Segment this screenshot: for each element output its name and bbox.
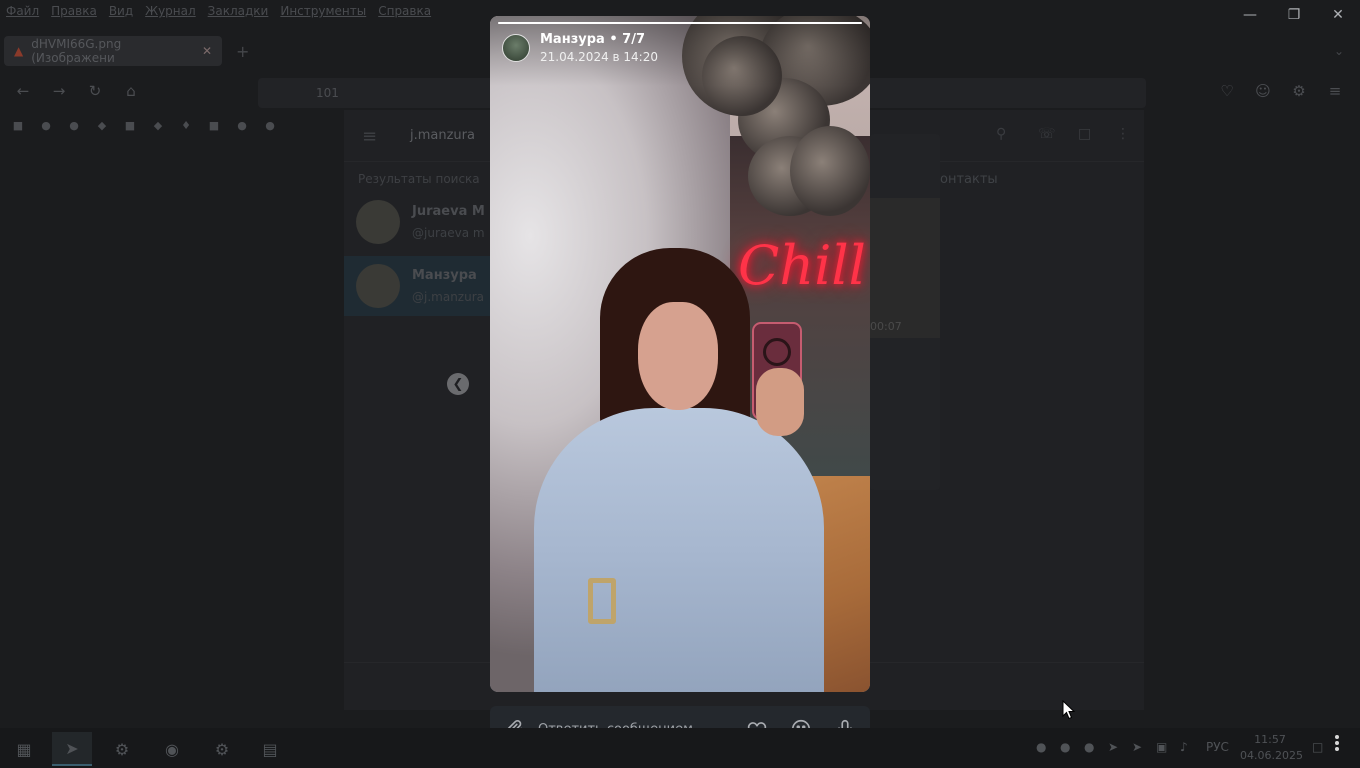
browser-tab[interactable]: ▲ dHVMI66G.png (Изображени ✕ bbox=[4, 36, 222, 66]
bookmark-icon[interactable]: ● bbox=[64, 119, 84, 135]
chat-name: Манзура bbox=[412, 268, 477, 283]
home-icon[interactable]: ⌂ bbox=[120, 82, 142, 104]
story-header: Манзура • 7/7 21.04.2024 в 14:20 bbox=[490, 16, 870, 86]
back-icon[interactable]: ← bbox=[12, 82, 34, 104]
notifications-icon[interactable]: □ bbox=[1312, 740, 1323, 754]
window-controls: — ❐ ✕ bbox=[1228, 4, 1360, 26]
chat-name: Juraeva M bbox=[412, 204, 485, 219]
chat-username: @j.manzura bbox=[412, 290, 484, 304]
close-window-button[interactable]: ✕ bbox=[1316, 4, 1360, 26]
bookmark-icon[interactable]: ● bbox=[36, 119, 56, 135]
telegram-search-input[interactable]: j.manzura bbox=[410, 128, 475, 143]
close-tab-icon[interactable]: ✕ bbox=[202, 44, 212, 58]
new-tab-icon[interactable]: + bbox=[236, 42, 249, 61]
windows-taskbar: ▦ ➤ ⚙ ◉ ⚙ ▤ ● ● ● ➤ ➤ ▣ ♪ РУС 11:57 04.0… bbox=[0, 728, 1360, 768]
telegram-taskbar-icon[interactable]: ➤ bbox=[52, 732, 92, 766]
avatar bbox=[356, 264, 400, 308]
menu-bookmarks[interactable]: Закладки bbox=[208, 4, 269, 18]
tray-icon[interactable]: ● bbox=[1036, 740, 1046, 754]
taskbar-clock[interactable]: 11:57 04.06.2025 bbox=[1240, 732, 1303, 764]
search-icon[interactable]: ⚲ bbox=[996, 126, 1006, 142]
photo-thumbnail[interactable] bbox=[870, 198, 940, 338]
forward-icon[interactable]: → bbox=[48, 82, 70, 104]
menu-edit[interactable]: Правка bbox=[51, 4, 97, 18]
chat-username: @juraeva m bbox=[412, 226, 485, 240]
bookmark-icon[interactable]: ■ bbox=[8, 119, 28, 135]
story-photo-hand bbox=[756, 368, 804, 436]
avatar bbox=[356, 200, 400, 244]
tray-icon[interactable]: ● bbox=[1084, 740, 1094, 754]
story-photo-buckle bbox=[588, 578, 616, 624]
menu-view[interactable]: Вид bbox=[109, 4, 133, 18]
language-indicator[interactable]: РУС bbox=[1206, 740, 1229, 754]
bookmark-icon[interactable]: ■ bbox=[120, 119, 140, 135]
menu-help[interactable]: Справка bbox=[378, 4, 431, 18]
sidebar-icon[interactable]: □ bbox=[1078, 126, 1091, 142]
bookmark-icon[interactable]: ● bbox=[260, 119, 280, 135]
story-viewer[interactable]: Chill Манзура • 7/7 21.04.2024 в 14:20 bbox=[490, 16, 870, 692]
hamburger-menu-icon[interactable]: ≡ bbox=[1324, 82, 1346, 104]
tab-title: dHVMI66G.png (Изображени bbox=[31, 37, 122, 65]
bookmark-icon[interactable]: ◆ bbox=[92, 119, 112, 135]
bookmarks-bar: ■ ● ● ◆ ■ ◆ ♦ ■ ● ● bbox=[8, 116, 280, 138]
network-icon[interactable]: ▣ bbox=[1156, 740, 1167, 754]
more-options-icon[interactable] bbox=[1330, 733, 1344, 757]
bookmark-icon[interactable]: ◆ bbox=[148, 119, 168, 135]
menu-history[interactable]: Журнал bbox=[145, 4, 196, 18]
neon-sign: Chill bbox=[738, 234, 866, 297]
reload-icon[interactable]: ↻ bbox=[84, 82, 106, 104]
telegram-tray-icon[interactable]: ➤ bbox=[1108, 740, 1118, 754]
story-progress-fill bbox=[498, 22, 862, 24]
phone-icon[interactable]: ☏ bbox=[1038, 126, 1056, 142]
url-text: 101 bbox=[316, 86, 339, 100]
chevron-down-icon[interactable]: ⌄ bbox=[1334, 44, 1344, 58]
menu-file[interactable]: Файл bbox=[6, 4, 39, 18]
steam-tray-icon[interactable]: ➤ bbox=[1132, 740, 1142, 754]
restore-button[interactable]: ❐ bbox=[1272, 4, 1316, 26]
explorer-taskbar-icon[interactable]: ▤ bbox=[250, 732, 290, 766]
start-icon[interactable]: ▦ bbox=[4, 732, 44, 766]
steam-taskbar-icon[interactable]: ⚙ bbox=[102, 732, 142, 766]
story-progress-bar bbox=[498, 22, 862, 24]
minimize-button[interactable]: — bbox=[1228, 4, 1272, 26]
clock-time: 11:57 bbox=[1254, 733, 1286, 746]
mouse-cursor-icon bbox=[1062, 699, 1076, 720]
contacts-label: онтакты bbox=[940, 172, 998, 187]
tray-icon[interactable]: ● bbox=[1060, 740, 1070, 754]
extensions-icon[interactable]: ⚙ bbox=[1288, 82, 1310, 104]
decor-disc bbox=[790, 126, 870, 216]
chevron-left-icon: ❮ bbox=[452, 376, 464, 392]
volume-icon[interactable]: ♪ bbox=[1180, 740, 1188, 754]
story-photo-dress bbox=[534, 408, 824, 692]
results-label: Результаты поиска bbox=[358, 172, 480, 186]
story-photo-face bbox=[638, 302, 718, 410]
bookmark-icon[interactable]: ■ bbox=[204, 119, 224, 135]
clock-date: 04.06.2025 bbox=[1240, 749, 1303, 762]
firefox-taskbar-icon[interactable]: ◉ bbox=[152, 732, 192, 766]
more-icon[interactable]: ⋮ bbox=[1116, 126, 1130, 142]
story-author[interactable]: Манзура • 7/7 bbox=[540, 32, 645, 47]
file-icon: ▲ bbox=[14, 44, 24, 58]
menu-tools[interactable]: Инструменты bbox=[280, 4, 366, 18]
settings-taskbar-icon[interactable]: ⚙ bbox=[202, 732, 242, 766]
pocket-icon[interactable]: ♡ bbox=[1216, 82, 1238, 104]
telegram-menu-icon[interactable]: ≡ bbox=[362, 126, 377, 147]
bookmark-icon[interactable]: ● bbox=[232, 119, 252, 135]
bookmark-icon[interactable]: ♦ bbox=[176, 119, 196, 135]
previous-story-button[interactable]: ❮ bbox=[447, 373, 469, 395]
avatar[interactable] bbox=[502, 34, 530, 62]
thumbnail-time: 00:07 bbox=[870, 320, 902, 333]
account-icon[interactable]: ☺ bbox=[1252, 82, 1274, 104]
story-date: 21.04.2024 в 14:20 bbox=[540, 50, 658, 64]
